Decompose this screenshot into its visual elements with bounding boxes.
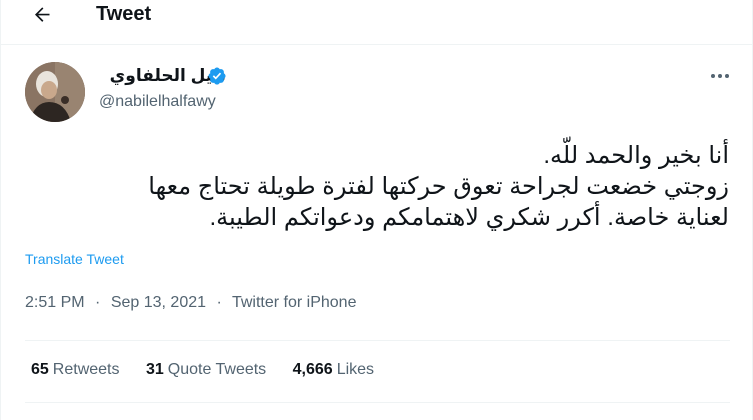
more-horizontal-icon	[711, 74, 729, 78]
more-options-button[interactable]	[707, 66, 733, 86]
divider	[25, 340, 730, 341]
likes-count: 4,666	[292, 361, 333, 378]
quote-tweets-label: Quote Tweets	[167, 361, 267, 378]
meta-separator: ·	[95, 294, 101, 311]
page-title: Tweet	[96, 3, 152, 25]
retweets-label: Retweets	[52, 361, 120, 378]
tweet-page: Tweet نبيل الحلفاوي @nabilelhalfawy أنا …	[0, 0, 753, 420]
back-button[interactable]	[25, 0, 59, 30]
quote-tweets-count: 31	[145, 361, 164, 378]
author-handle[interactable]: @nabilelhalfawy	[99, 92, 216, 112]
meta-separator: ·	[216, 294, 222, 311]
tweet-line: لعناية خاصة. أكرر شكري لاهتمامكم ودعواتك…	[209, 204, 730, 231]
likes-label: Likes	[336, 361, 375, 378]
avatar-image	[25, 62, 85, 122]
retweets-stat[interactable]: 65 Retweets	[31, 360, 120, 380]
tweet-time[interactable]: 2:51 PM	[25, 294, 85, 311]
divider	[25, 402, 730, 403]
avatar[interactable]	[25, 62, 85, 122]
tweet-line: زوجتي خضعت لجراحة تعوق حركتها لفترة طويل…	[148, 173, 729, 200]
retweets-count: 65	[31, 361, 49, 378]
tweet-line: أنا بخير والحمد للّه.	[543, 142, 729, 169]
arrow-left-icon	[34, 7, 50, 22]
verified-badge-icon	[208, 67, 226, 85]
tweet-date[interactable]: Sep 13, 2021	[111, 294, 206, 311]
tweet-metadata: 2:51 PM · Sep 13, 2021 · Twitter for iPh…	[25, 293, 356, 313]
tweet-source[interactable]: Twitter for iPhone	[232, 294, 357, 311]
quote-tweets-stat[interactable]: 31 Quote Tweets	[146, 360, 266, 380]
translate-tweet-link[interactable]: Translate Tweet	[25, 251, 124, 267]
page-header: Tweet	[1, 0, 753, 45]
tweet-text: أنا بخير والحمد للّه. زوجتي خضعت لجراحة …	[19, 140, 729, 233]
tweet-stats: 65 Retweets 31 Quote Tweets 4,666 Likes	[31, 360, 396, 380]
likes-stat[interactable]: 4,666 Likes	[293, 360, 374, 380]
